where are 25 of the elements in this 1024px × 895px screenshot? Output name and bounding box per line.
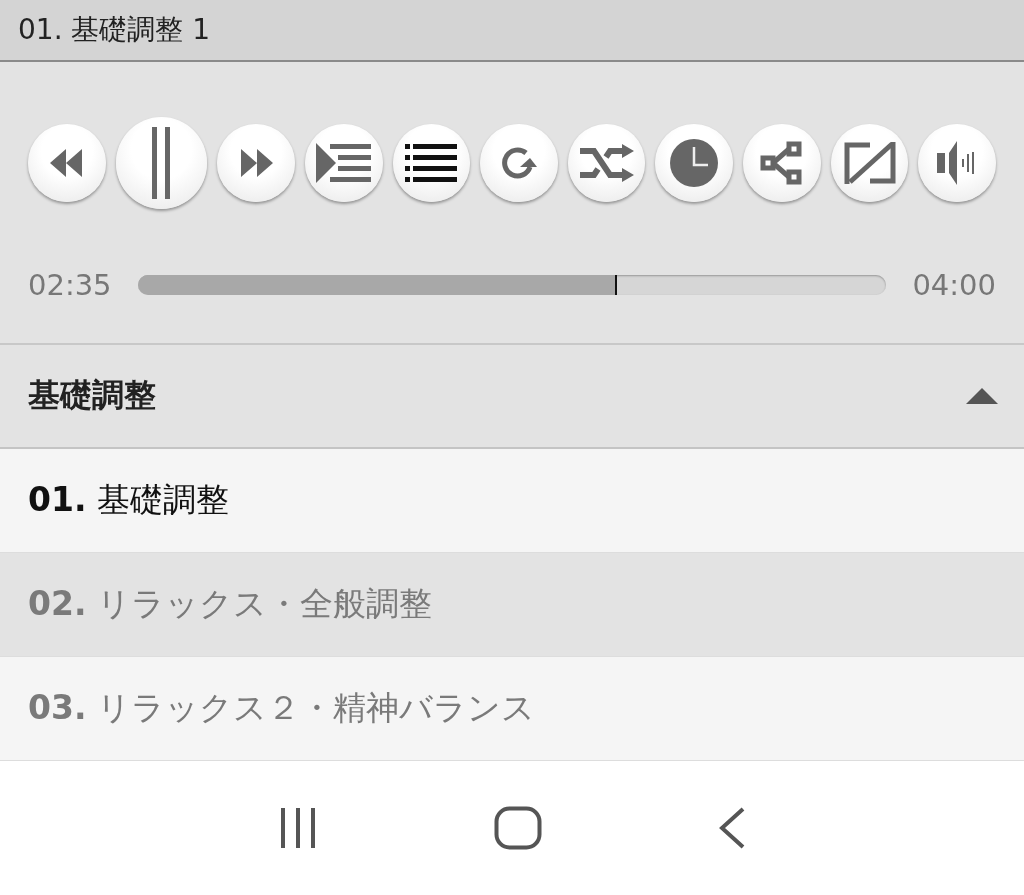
track-item[interactable]: 03. リラックス２・精神バランス — [0, 657, 1024, 761]
repeat-button[interactable] — [480, 124, 558, 202]
clock-icon — [670, 139, 719, 187]
node-tree-icon — [759, 141, 804, 185]
rewind-icon — [48, 147, 85, 179]
section-title: 基礎調整 — [28, 375, 156, 416]
list-icon — [405, 143, 458, 183]
shuffle-icon — [579, 144, 634, 182]
total-time: 04:00 — [912, 268, 996, 302]
elapsed-time: 02:35 — [28, 268, 112, 302]
home-icon[interactable] — [494, 806, 542, 850]
expand-icon — [843, 142, 896, 184]
rewind-button[interactable] — [28, 124, 106, 202]
forward-button[interactable] — [217, 124, 295, 202]
fast-forward-icon — [238, 147, 275, 179]
repeat-icon — [499, 145, 538, 181]
track-item[interactable]: 01. 基礎調整 — [0, 449, 1024, 553]
back-icon[interactable] — [718, 807, 746, 849]
track-title: 01. 基礎調整 1 — [18, 12, 211, 48]
recent-apps-icon[interactable] — [278, 808, 318, 848]
volume-button[interactable] — [918, 124, 996, 202]
section-header[interactable]: 基礎調整 — [0, 345, 1024, 449]
tree-button[interactable] — [743, 124, 821, 202]
pause-icon — [151, 127, 172, 199]
play-list-icon — [315, 143, 372, 183]
